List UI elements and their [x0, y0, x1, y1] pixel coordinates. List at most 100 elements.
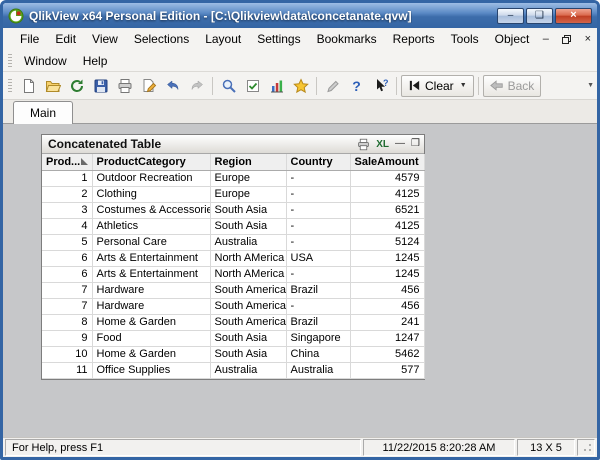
column-header-region[interactable]: Region	[210, 154, 287, 171]
menu-reports[interactable]: Reports	[385, 29, 443, 49]
menu-edit[interactable]: Edit	[47, 29, 84, 49]
table-cell[interactable]: 10	[42, 346, 93, 363]
table-cell[interactable]: South Asia	[210, 218, 287, 235]
table-cell[interactable]: -	[286, 186, 351, 203]
menu-bookmarks[interactable]: Bookmarks	[309, 29, 385, 49]
table-cell[interactable]: 4125	[350, 186, 425, 203]
table-cell[interactable]: -	[286, 218, 351, 235]
table-cell[interactable]: South America	[210, 298, 287, 315]
back-button[interactable]: Back	[482, 74, 542, 97]
table-cell[interactable]: 4579	[350, 170, 425, 187]
column-header-country[interactable]: Country	[286, 154, 351, 171]
table-cell[interactable]: Australia	[210, 234, 287, 251]
table-cell[interactable]: 11	[42, 362, 93, 379]
column-header-productcategory[interactable]: ProductCategory	[92, 154, 211, 171]
table-cell[interactable]: -	[286, 202, 351, 219]
table-cell[interactable]: -	[286, 298, 351, 315]
table-cell[interactable]: 2	[42, 186, 93, 203]
table-cell[interactable]: Hardware	[92, 282, 211, 299]
table-cell[interactable]: Outdoor Recreation	[92, 170, 211, 187]
table-cell[interactable]: Australia	[210, 362, 287, 379]
reload-icon[interactable]	[65, 75, 88, 97]
table-cell[interactable]: 8	[42, 314, 93, 331]
column-header-productid[interactable]: Prod...	[42, 154, 93, 171]
table-cell[interactable]: Office Supplies	[92, 362, 211, 379]
quick-chart-icon[interactable]	[265, 75, 288, 97]
table-cell[interactable]: 7	[42, 282, 93, 299]
table-cell[interactable]: Arts & Entertainment	[92, 250, 211, 267]
table-cell[interactable]: 1	[42, 170, 93, 187]
menu-grip-2[interactable]	[8, 53, 12, 68]
document-close-icon[interactable]: ×	[579, 32, 596, 47]
menu-selections[interactable]: Selections	[126, 29, 197, 49]
toolbar-overflow-icon[interactable]: ▼	[587, 82, 594, 89]
table-cell[interactable]: 5	[42, 234, 93, 251]
table-cell[interactable]: -	[286, 266, 351, 283]
table-cell[interactable]: South America	[210, 282, 287, 299]
table-cell[interactable]: Europe	[210, 186, 287, 203]
table-cell[interactable]: North AMerica	[210, 266, 287, 283]
table-cell[interactable]: 5462	[350, 346, 425, 363]
table-cell[interactable]: 6521	[350, 202, 425, 219]
new-document-icon[interactable]	[17, 75, 40, 97]
search-icon[interactable]	[217, 75, 240, 97]
table-cell[interactable]: 3	[42, 202, 93, 219]
table-cell[interactable]: Food	[92, 330, 211, 347]
table-cell[interactable]: 577	[350, 362, 425, 379]
redo-icon[interactable]	[185, 75, 208, 97]
table-cell[interactable]: 6	[42, 266, 93, 283]
undo-icon[interactable]	[161, 75, 184, 97]
table-cell[interactable]: Singapore	[286, 330, 351, 347]
edit-script-icon[interactable]	[137, 75, 160, 97]
excel-export-icon[interactable]: XL	[376, 137, 389, 151]
menu-file[interactable]: File	[12, 29, 47, 49]
table-cell[interactable]: Athletics	[92, 218, 211, 235]
bookmark-star-icon[interactable]	[289, 75, 312, 97]
table-cell[interactable]: South Asia	[210, 202, 287, 219]
table-cell[interactable]: Home & Garden	[92, 346, 211, 363]
window-close-button[interactable]: ×	[555, 7, 592, 24]
table-cell[interactable]: USA	[286, 250, 351, 267]
table-caption-bar[interactable]: Concatenated Table XL — ❒	[42, 135, 424, 154]
resize-grip[interactable]	[577, 439, 595, 456]
current-selections-icon[interactable]	[241, 75, 264, 97]
menu-window[interactable]: Window	[16, 51, 75, 71]
menu-tools[interactable]: Tools	[443, 29, 487, 49]
table-cell[interactable]: Australia	[286, 362, 351, 379]
table-cell[interactable]: Personal Care	[92, 234, 211, 251]
clear-button[interactable]: Clear ▼	[401, 74, 474, 97]
table-cell[interactable]: -	[286, 170, 351, 187]
table-cell[interactable]: 1245	[350, 250, 425, 267]
table-cell[interactable]: 5124	[350, 234, 425, 251]
window-maximize-button[interactable]: ❑	[526, 7, 553, 24]
table-cell[interactable]: 7	[42, 298, 93, 315]
table-cell[interactable]: Hardware	[92, 298, 211, 315]
open-file-icon[interactable]	[41, 75, 64, 97]
table-cell[interactable]: North AMerica	[210, 250, 287, 267]
column-header-saleamount[interactable]: SaleAmount	[350, 154, 425, 171]
window-minimize-button[interactable]: –	[497, 7, 524, 24]
table-cell[interactable]: China	[286, 346, 351, 363]
document-minimize-icon[interactable]: –	[537, 32, 554, 47]
table-cell[interactable]: Home & Garden	[92, 314, 211, 331]
table-cell[interactable]: Arts & Entertainment	[92, 266, 211, 283]
save-icon[interactable]	[89, 75, 112, 97]
menu-layout[interactable]: Layout	[197, 29, 249, 49]
whats-this-icon[interactable]: ?	[369, 75, 392, 97]
edit-module-icon[interactable]	[321, 75, 344, 97]
table-cell[interactable]: 4	[42, 218, 93, 235]
table-cell[interactable]: Europe	[210, 170, 287, 187]
table-cell[interactable]: 1247	[350, 330, 425, 347]
menu-object[interactable]: Object	[487, 29, 538, 49]
table-cell[interactable]: 6	[42, 250, 93, 267]
table-cell[interactable]: South America	[210, 314, 287, 331]
caption-print-icon[interactable]	[357, 137, 370, 151]
table-cell[interactable]: Costumes & Accessories	[92, 202, 211, 219]
caption-minimize-icon[interactable]: —	[395, 137, 405, 151]
document-restore-icon[interactable]	[558, 32, 575, 47]
table-cell[interactable]: Brazil	[286, 282, 351, 299]
table-cell[interactable]: 1245	[350, 266, 425, 283]
print-icon[interactable]	[113, 75, 136, 97]
table-cell[interactable]: 9	[42, 330, 93, 347]
caption-maximize-icon[interactable]: ❒	[411, 137, 420, 151]
